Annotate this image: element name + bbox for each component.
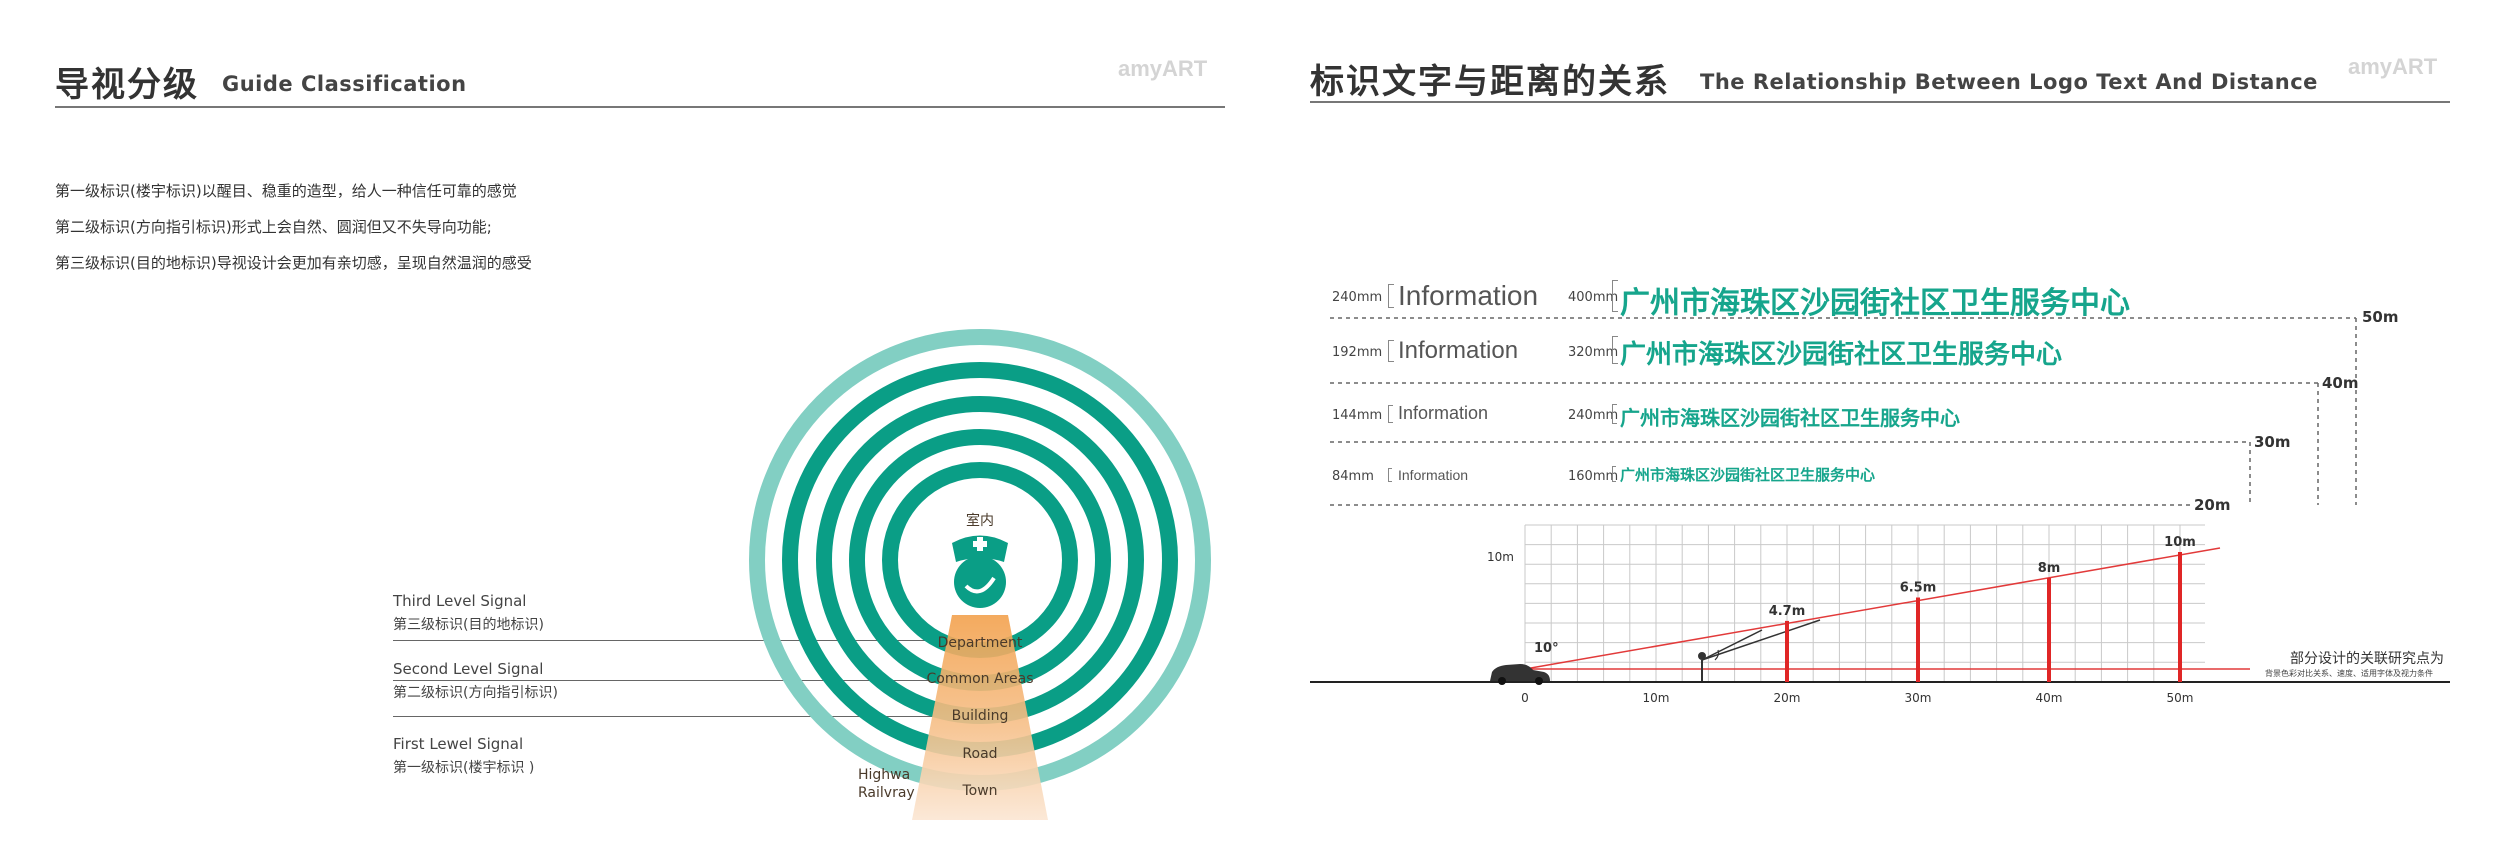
x-tick-label: 50m xyxy=(2167,691,2194,705)
sightline-20m xyxy=(1701,629,1763,661)
second-level-en: Second Level Signal xyxy=(393,660,544,678)
research-note-sub: 背景色彩对比关系、速度、适用字体及视力条件 xyxy=(2265,669,2433,678)
third-level-en: Third Level Signal xyxy=(393,592,527,610)
page-subtitle: Guide Classification xyxy=(222,72,467,96)
bar-label-6.5m: 6.5m xyxy=(1900,581,1937,596)
title-divider xyxy=(55,106,1225,108)
x-tick-label: 20m xyxy=(1774,691,1801,705)
bar-label-10m: 10m xyxy=(2164,535,2196,550)
text-distance-panel: 标识文字与距离的关系 The Relationship Between Logo… xyxy=(1250,0,2500,855)
pedestrian-icon xyxy=(1698,652,1706,681)
viewing-distance-chart: 4.7m 6.5m 8m 10m 10° 10m 0 10m 20m 30m 40m 50m xyxy=(1310,524,2450,705)
third-level-zh: 第三级标识(目的地标识) xyxy=(393,617,544,633)
center-label: 室内 xyxy=(966,512,994,529)
x-tick-label: 0 xyxy=(1521,691,1529,705)
angle-10deg-line xyxy=(1524,547,2221,670)
ring-label-town: Town xyxy=(961,783,997,799)
ring-label-common-areas: Common Areas xyxy=(926,671,1033,687)
x-tick-label: 40m xyxy=(2036,691,2063,705)
x-tick-label: 30m xyxy=(1905,691,1932,705)
chart-bars: 4.7m 6.5m 8m 10m xyxy=(1769,535,2196,682)
description-line-3: 第三级标识(目的地标识)导视设计会更加有亲切感，呈现自然温润的感受 xyxy=(55,254,532,272)
signal-ring-diagram: 室内 Department Common Areas Building Road… xyxy=(749,329,1211,820)
ring-label-building: Building xyxy=(952,708,1009,724)
angle-label: 10° xyxy=(1534,641,1559,656)
first-level-en: First Lewel Signal xyxy=(393,735,524,753)
brand-logo: amyART xyxy=(1118,56,1208,81)
description-line-1: 第一级标识(楼宇标识)以醒目、稳重的造型，给人一种信任可靠的感觉 xyxy=(55,182,517,200)
side-label-highway: Highwa xyxy=(858,767,910,783)
bar-label-4.7m: 4.7m xyxy=(1769,604,1806,619)
page-title: 导视分级 xyxy=(55,65,199,105)
side-label-railway: Railvray xyxy=(858,785,915,801)
y-axis-label: 10m xyxy=(1487,550,1514,564)
ring-label-department: Department xyxy=(938,635,1023,651)
research-note: 部分设计的关联研究点为 xyxy=(2290,651,2444,667)
x-axis-ticks: 0 10m 20m 30m 40m 50m xyxy=(1521,691,2193,705)
second-level-zh: 第二级标识(方向指引标识) xyxy=(393,685,558,701)
description-line-2: 第二级标识(方向指引标识)形式上会自然、圆润但又不失导向功能; xyxy=(55,218,492,236)
first-level-zh: 第一级标识(楼宇标识 ) xyxy=(393,760,535,776)
ring-label-road: Road xyxy=(962,746,997,762)
bar-label-8m: 8m xyxy=(2038,561,2061,576)
nurse-icon xyxy=(952,535,1008,608)
x-tick-label: 10m xyxy=(1643,691,1670,705)
guide-classification-panel: 导视分级 Guide Classification amyART 第一级标识(楼… xyxy=(0,0,1250,855)
chart-grid xyxy=(1524,524,2250,683)
